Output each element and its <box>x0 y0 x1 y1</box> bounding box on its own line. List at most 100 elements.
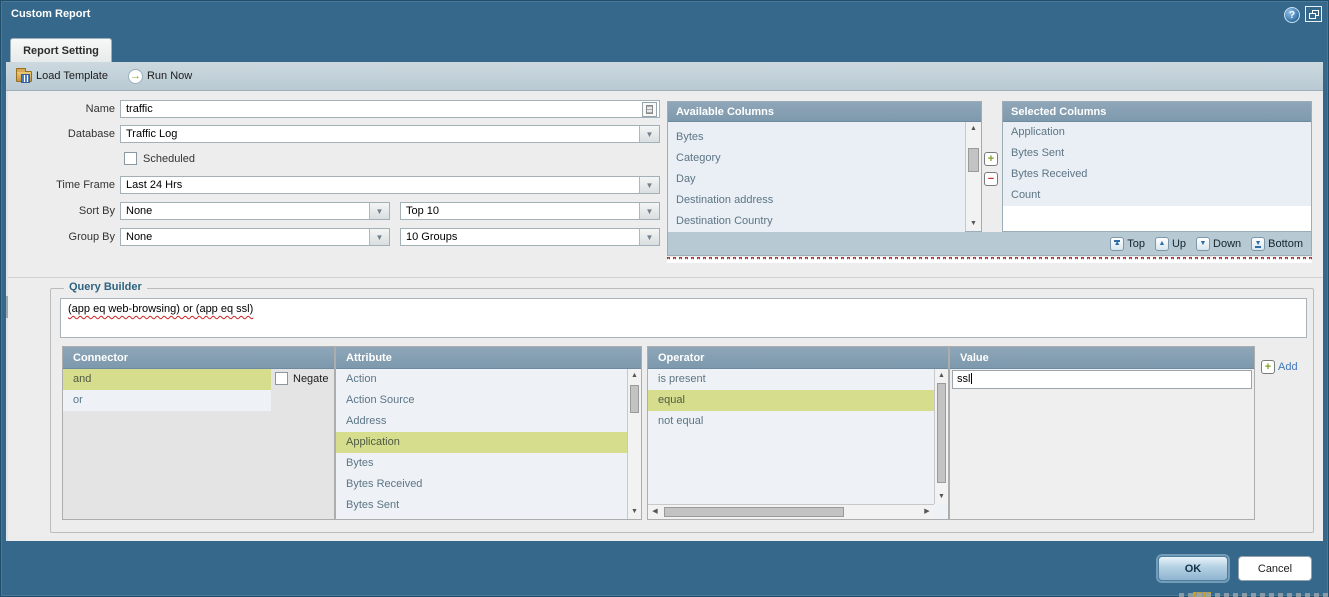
validation-zigzag <box>667 257 1312 263</box>
scroll-up-icon[interactable]: ▲ <box>935 369 948 383</box>
group-count-select[interactable]: 10 Groups ▼ <box>400 228 660 246</box>
time-frame-dropdown-icon[interactable]: ▼ <box>639 177 659 193</box>
scrollbar-thumb[interactable] <box>968 148 979 172</box>
connector-item-or[interactable]: or <box>63 390 271 411</box>
available-column-item[interactable]: Day <box>668 169 965 190</box>
name-value: traffic <box>126 103 153 115</box>
move-down-button[interactable]: ▼ Down <box>1196 237 1241 251</box>
group-by-dropdown-icon[interactable]: ▼ <box>369 229 389 245</box>
move-up-label: Up <box>1172 238 1186 250</box>
scroll-down-icon[interactable]: ▼ <box>935 490 948 504</box>
selected-column-item[interactable]: Application <box>1003 122 1311 143</box>
query-builder-legend: Query Builder <box>64 281 147 293</box>
selected-columns-list: ApplicationBytes SentBytes ReceivedCount <box>1003 122 1311 206</box>
scroll-down-icon[interactable]: ▼ <box>628 505 641 519</box>
text-caret <box>971 373 972 384</box>
operator-item[interactable]: not equal <box>648 411 934 432</box>
sort-limit-dropdown-icon[interactable]: ▼ <box>639 203 659 219</box>
attribute-item[interactable]: Bytes Sent <box>336 495 627 516</box>
selected-column-item[interactable]: Count <box>1003 185 1311 206</box>
cancel-button[interactable]: Cancel <box>1238 556 1312 581</box>
selected-column-item[interactable]: Bytes Sent <box>1003 143 1311 164</box>
attribute-scrollbar[interactable]: ▲ ▼ <box>627 369 641 519</box>
attribute-item[interactable]: Action Source <box>336 390 627 411</box>
name-input[interactable]: traffic <box>120 100 660 118</box>
restore-glyph-front <box>1309 13 1316 19</box>
attribute-item[interactable]: Application <box>336 432 627 453</box>
remove-column-button[interactable]: − <box>984 172 998 186</box>
add-column-button[interactable]: + <box>984 152 998 166</box>
scrollbar-thumb[interactable] <box>630 385 639 413</box>
operator-item[interactable]: is present <box>648 369 934 390</box>
scroll-left-icon[interactable]: ◀ <box>648 505 662 519</box>
scroll-up-icon[interactable]: ▲ <box>628 369 641 383</box>
ok-label: OK <box>1185 563 1202 575</box>
scheduled-checkbox[interactable] <box>124 152 137 165</box>
group-count-dropdown-icon[interactable]: ▼ <box>639 229 659 245</box>
move-top-icon: ▲ <box>1110 237 1124 251</box>
group-by-value: None <box>126 231 152 243</box>
database-select[interactable]: Traffic Log ▼ <box>120 125 660 143</box>
background-page-sliver <box>1179 593 1329 597</box>
scroll-down-icon[interactable]: ▼ <box>966 217 981 231</box>
custom-report-dialog: Custom Report ? Report Setting Load Temp… <box>0 0 1329 597</box>
operator-item[interactable]: equal <box>648 390 934 411</box>
help-icon[interactable]: ? <box>1284 7 1300 23</box>
tab-report-setting[interactable]: Report Setting <box>10 38 112 62</box>
text-entry-icon[interactable] <box>642 102 657 117</box>
query-textarea[interactable]: (app eq web-browsing) or (app eq ssl) <box>60 298 1307 338</box>
group-by-select[interactable]: None ▼ <box>120 228 390 246</box>
available-columns-title: Available Columns <box>668 102 981 122</box>
ok-button[interactable]: OK <box>1158 556 1228 581</box>
value-body: ssl <box>950 369 1254 519</box>
sort-by-select[interactable]: None ▼ <box>120 202 390 220</box>
available-column-item[interactable]: Destination address <box>668 190 965 211</box>
restore-window-icon[interactable] <box>1305 6 1322 22</box>
selected-columns-title: Selected Columns <box>1003 102 1311 122</box>
attribute-header: Attribute <box>336 347 641 369</box>
operator-hscrollbar[interactable]: ◀ ▶ <box>648 504 934 519</box>
connector-body: and Negate or <box>63 369 334 519</box>
connector-item-and[interactable]: and <box>63 369 271 390</box>
value-input[interactable]: ssl <box>952 370 1252 389</box>
add-rule-button[interactable]: + Add <box>1261 360 1298 374</box>
scrollbar-thumb[interactable] <box>937 383 946 483</box>
run-now-button[interactable]: → Run Now <box>118 62 202 90</box>
time-frame-select[interactable]: Last 24 Hrs ▼ <box>120 176 660 194</box>
folder-icon <box>16 71 32 82</box>
move-bottom-button[interactable]: ▼ Bottom <box>1251 237 1303 251</box>
scroll-right-icon[interactable]: ▶ <box>920 505 934 519</box>
operator-vscrollbar[interactable]: ▲ ▼ <box>934 369 948 504</box>
attribute-item[interactable]: Address <box>336 411 627 432</box>
available-column-item[interactable]: Destination Country <box>668 211 965 232</box>
dialog-titlebar: Custom Report ? <box>0 0 1329 30</box>
move-up-button[interactable]: ▲ Up <box>1155 237 1186 251</box>
attribute-item[interactable]: Bytes Received <box>336 474 627 495</box>
move-down-label: Down <box>1213 238 1241 250</box>
dialog-content: Name traffic Database Traffic Log ▼ Sche… <box>6 91 1323 541</box>
run-arrow-icon: → <box>128 69 143 84</box>
database-dropdown-icon[interactable]: ▼ <box>639 126 659 142</box>
selected-column-item[interactable]: Bytes Received <box>1003 164 1311 185</box>
sort-by-value: None <box>126 205 152 217</box>
operator-panel: Operator is presentequalnot equal ▲ ▼ ◀ … <box>647 346 949 520</box>
move-down-icon: ▼ <box>1196 237 1210 251</box>
group-by-label: Group By <box>8 231 115 243</box>
sort-limit-select[interactable]: Top 10 ▼ <box>400 202 660 220</box>
splitter-grip[interactable] <box>6 296 8 318</box>
scroll-up-icon[interactable]: ▲ <box>966 122 981 136</box>
available-column-item[interactable]: Bytes <box>668 127 965 148</box>
operator-list: is presentequalnot equal <box>648 369 934 432</box>
attribute-item[interactable]: Action <box>336 369 627 390</box>
move-top-button[interactable]: ▲ Top <box>1110 237 1145 251</box>
available-column-item[interactable]: Category <box>668 148 965 169</box>
name-label: Name <box>8 103 115 115</box>
sort-by-dropdown-icon[interactable]: ▼ <box>369 203 389 219</box>
available-scrollbar[interactable]: ▲ ▼ <box>965 122 981 231</box>
load-template-button[interactable]: Load Template <box>6 62 118 90</box>
scrollbar-thumb[interactable] <box>664 507 844 517</box>
attribute-item[interactable]: Bytes <box>336 453 627 474</box>
sort-limit-value: Top 10 <box>406 205 439 217</box>
negate-checkbox[interactable] <box>275 372 288 385</box>
sort-by-label: Sort By <box>8 205 115 217</box>
